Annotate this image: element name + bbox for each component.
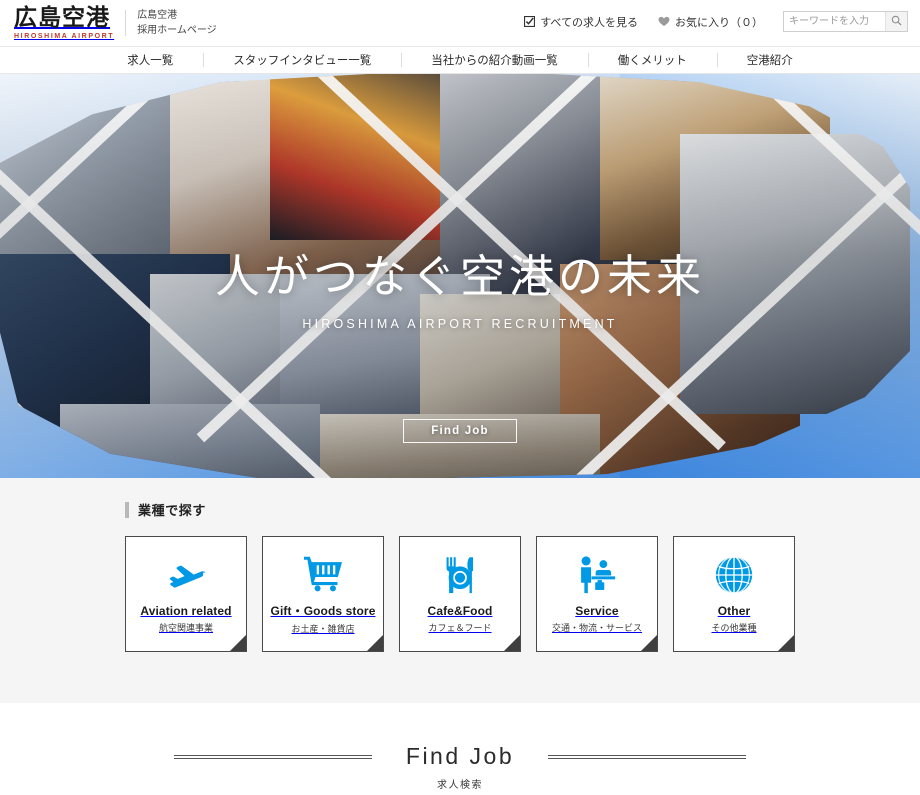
nav-items: 求人一覧 スタッフインタビュー一覧 当社からの紹介動画一覧 働くメリット 空港紹… [97, 47, 823, 73]
find-job-rule-right [548, 754, 747, 759]
cutlery-plate-icon [439, 555, 481, 595]
category-card-label-en: Aviation related [140, 603, 232, 618]
hero-slider: 人がつなぐ空港の未来 HIROSHIMA AIRPORT RECRUITMENT… [0, 74, 920, 478]
search-input[interactable] [784, 12, 885, 31]
site-logo[interactable]: 広島空港 HIROSHIMA AIRPORT [14, 5, 115, 40]
category-card-label-en: Other [717, 603, 751, 618]
globe-icon [714, 555, 754, 595]
search-box [783, 11, 908, 32]
nav-item-staff-interviews[interactable]: スタッフインタビュー一覧 [203, 47, 401, 73]
category-section: 業種で探す Aviation related 航空関連事業 Gift・Goods… [0, 478, 920, 703]
category-card-label-ja: 交通・物流・サービス [551, 622, 642, 633]
favorites-link[interactable]: お気に入り（０） [658, 14, 763, 30]
find-job-title: Find Job [405, 743, 515, 769]
logo-divider [125, 10, 127, 36]
logo-main-text: 広島空港 [14, 5, 110, 31]
category-heading: 業種で探す [125, 500, 795, 519]
nav-item-work-merits[interactable]: 働くメリット [587, 47, 717, 73]
checkbox-check-icon [524, 16, 536, 27]
nav-item-intro-videos[interactable]: 当社からの紹介動画一覧 [401, 47, 588, 73]
main-navigation: 求人一覧 スタッフインタビュー一覧 当社からの紹介動画一覧 働くメリット 空港紹… [0, 46, 920, 74]
category-card-other[interactable]: Other その他業種 [673, 536, 795, 652]
logo-text-block: 広島空港 HIROSHIMA AIRPORT [14, 5, 115, 40]
find-job-section: Find Job 求人検索 [0, 703, 920, 791]
category-card-aviation[interactable]: Aviation related 航空関連事業 [125, 536, 247, 652]
category-card-label-en: Cafe&Food [427, 603, 493, 618]
shopping-cart-icon [302, 553, 344, 593]
hero-diamond-grid-overlay [0, 74, 920, 478]
service-counter-icon [576, 555, 618, 595]
find-job-title-row: Find Job [0, 743, 920, 770]
hero-find-job-button[interactable]: Find Job [403, 419, 517, 443]
heading-accent-bar [125, 501, 129, 518]
category-heading-text: 業種で探す [138, 503, 207, 518]
category-card-list: Aviation related 航空関連事業 Gift・Goods store… [125, 536, 795, 652]
header-utility-bar: すべての求人を見る お気に入り（０） [524, 11, 908, 32]
find-job-rule-left [173, 754, 372, 759]
heart-icon [658, 16, 670, 27]
logo-tagline: 広島空港 採用ホームページ [137, 8, 217, 38]
category-card-gift-goods[interactable]: Gift・Goods store お土産・雑貨店 [262, 536, 384, 652]
category-card-service[interactable]: Service 交通・物流・サービス [536, 536, 658, 652]
logo-sub-text: HIROSHIMA AIRPORT [14, 32, 115, 40]
favorites-label: お気に入り（０） [675, 16, 763, 29]
logo-tagline-line2: 採用ホームページ [137, 25, 217, 36]
view-all-jobs-link[interactable]: すべての求人を見る [524, 14, 638, 30]
airplane-icon [164, 555, 208, 595]
logo-tagline-line1: 広島空港 [137, 10, 178, 21]
search-icon [891, 14, 902, 29]
search-button[interactable] [885, 12, 907, 31]
hero-photo-collage [0, 74, 920, 478]
category-card-label-ja: お土産・雑貨店 [291, 624, 355, 634]
nav-item-job-list[interactable]: 求人一覧 [97, 47, 203, 73]
category-card-label-en: Service [575, 603, 619, 618]
view-all-jobs-label: すべての求人を見る [540, 16, 638, 29]
find-job-subtitle: 求人検索 [437, 780, 483, 791]
category-card-label-ja: カフェ＆フード [428, 622, 492, 633]
category-card-label-ja: 航空関連事業 [158, 622, 213, 633]
nav-item-airport-intro[interactable]: 空港紹介 [716, 47, 823, 73]
category-card-label-ja: その他業種 [711, 622, 757, 633]
category-card-label-en: Gift・Goods store [270, 604, 376, 618]
site-header: 広島空港 HIROSHIMA AIRPORT 広島空港 採用ホームページ すべて… [0, 0, 920, 46]
category-card-cafe-food[interactable]: Cafe&Food カフェ＆フード [399, 536, 521, 652]
